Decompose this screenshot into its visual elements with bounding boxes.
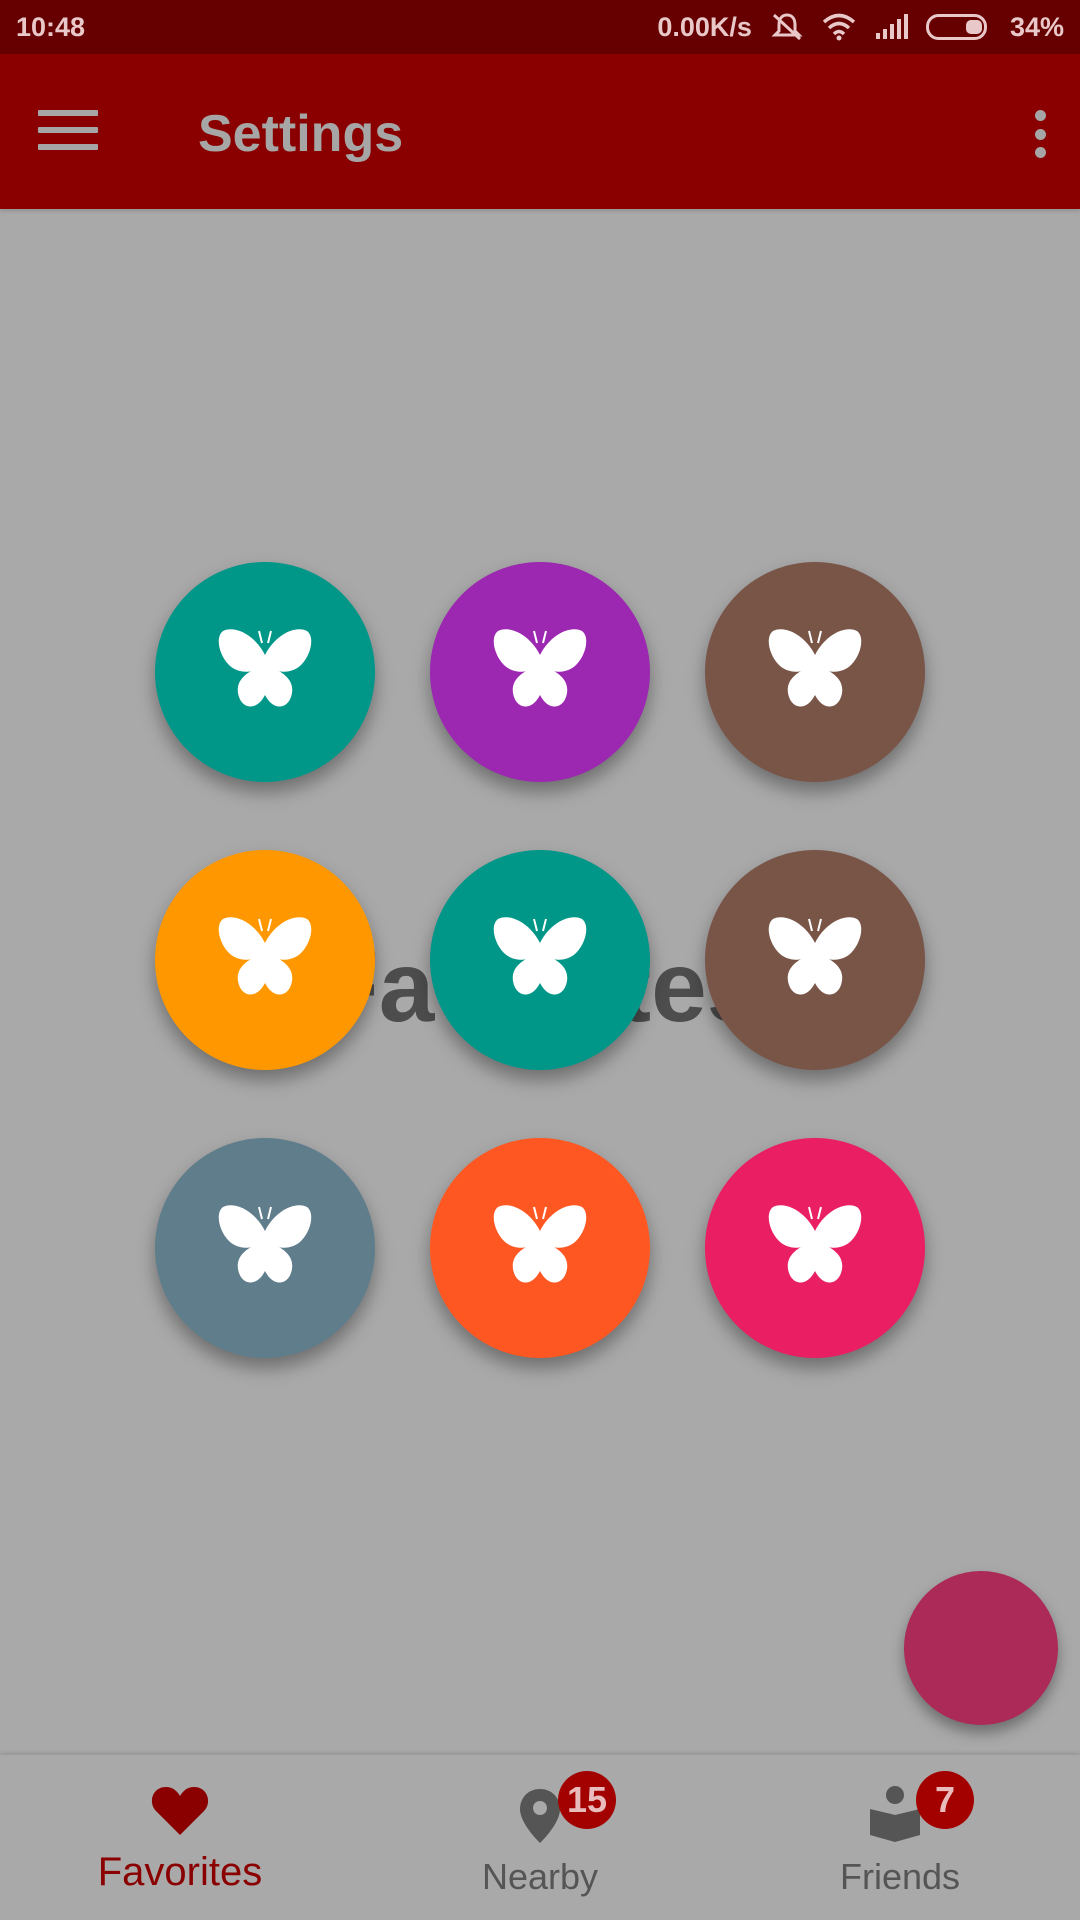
butterfly-icon [215,1201,315,1296]
heart-icon [150,1783,210,1842]
status-bar: 10:48 0.00K/s 34% [0,0,1080,54]
status-icons: 0.00K/s 34% [657,10,1064,44]
color-circle[interactable] [705,562,925,782]
butterfly-icon [490,625,590,720]
network-speed: 0.00K/s [657,11,752,42]
app-bar: Settings [0,54,1080,209]
butterfly-icon [765,625,865,720]
battery-percent: 34% [1009,11,1064,42]
color-circle[interactable] [155,562,375,782]
butterfly-icon [765,913,865,1008]
nav-label-favorites: Favorites [97,1850,263,1894]
bottom-navigation: Favorites 15 Nearby 7 Friends [0,1755,1080,1920]
page-title: Settings [198,105,404,163]
battery-icon [925,14,992,40]
color-circle[interactable] [705,1138,925,1358]
nav-item-friends[interactable]: 7 Friends [720,1755,1080,1920]
color-circle[interactable] [430,562,650,782]
friends-badge: 7 [916,1771,974,1829]
color-circle[interactable] [155,1138,375,1358]
butterfly-icon [490,1201,590,1296]
color-circle[interactable] [430,1138,650,1358]
color-circle[interactable] [430,850,650,1070]
hamburger-menu-icon[interactable] [38,104,98,156]
color-circle[interactable] [705,850,925,1070]
nav-label-friends: Friends [839,1856,961,1897]
butterfly-icon [215,625,315,720]
floating-action-button[interactable] [904,1571,1058,1725]
nav-item-favorites[interactable]: Favorites [0,1755,360,1920]
map-pin-icon [518,1787,562,1850]
status-time: 10:48 [16,12,86,42]
nav-label-nearby: Nearby [481,1856,599,1897]
nearby-badge: 15 [558,1771,616,1829]
butterfly-icon [215,913,315,1008]
signal-icon [874,14,908,40]
color-circle[interactable] [155,850,375,1070]
butterfly-icon [765,1201,865,1296]
butterfly-icon [490,913,590,1008]
reading-person-icon [868,1785,922,1848]
more-vert-icon[interactable] [1020,104,1060,164]
mute-icon [770,12,804,42]
wifi-icon [822,13,856,41]
nav-item-nearby[interactable]: 15 Nearby [360,1755,720,1920]
